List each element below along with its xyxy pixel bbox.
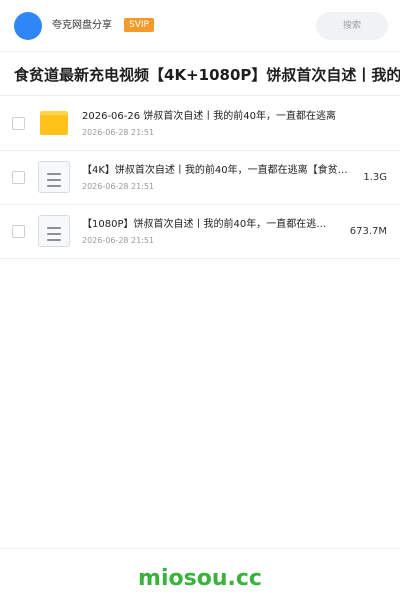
avatar[interactable] [14, 12, 42, 40]
title-bar: 食贫道最新充电视频【4K+1080P】饼叔首次自述丨我的前40年，一直都在逃离 [0, 52, 400, 96]
list-item[interactable]: 2026-06-26 饼叔首次自述丨我的前40年，一直都在逃离 2026-06-… [0, 97, 400, 151]
brand-name: 夸克网盘分享 [52, 20, 112, 31]
svip-badge: SVIP [124, 18, 154, 32]
document-icon [38, 215, 70, 247]
page-title: 食贫道最新充电视频【4K+1080P】饼叔首次自述丨我的前40年，一直都在逃离 [14, 66, 400, 84]
header: 夸克网盘分享 SVIP 搜索 [0, 0, 400, 52]
row-checkbox[interactable] [12, 225, 25, 238]
file-size: 673.7M [349, 226, 387, 237]
file-name[interactable]: 2026-06-26 饼叔首次自述丨我的前40年，一直都在逃离 [82, 110, 340, 124]
search-button[interactable]: 搜索 [316, 12, 388, 40]
file-date: 2026-06-28 21:51 [82, 236, 155, 245]
file-date: 2026-06-28 21:51 [82, 182, 155, 191]
footer: miosou.cc [0, 548, 400, 600]
footer-watermark[interactable]: miosou.cc [138, 565, 262, 593]
file-size: 1.3G [363, 172, 387, 183]
share-page: 夸克网盘分享 SVIP 搜索 食贫道最新充电视频【4K+1080P】饼叔首次自述… [0, 0, 400, 600]
file-name[interactable]: 【4K】饼叔首次自述丨我的前40年，一直都在逃离【食贫道】 [82, 164, 350, 178]
row-checkbox[interactable] [12, 117, 25, 130]
folder-icon [40, 111, 68, 135]
document-icon [38, 161, 70, 193]
row-checkbox[interactable] [12, 171, 25, 184]
list-item[interactable]: 【1080P】饼叔首次自述丨我的前40年，一直都在逃离【食贫道】 2026-06… [0, 205, 400, 259]
list-item[interactable]: 【4K】饼叔首次自述丨我的前40年，一直都在逃离【食贫道】 2026-06-28… [0, 151, 400, 205]
file-date: 2026-06-28 21:51 [82, 128, 155, 137]
file-name[interactable]: 【1080P】饼叔首次自述丨我的前40年，一直都在逃离【食贫道】 [82, 218, 336, 232]
